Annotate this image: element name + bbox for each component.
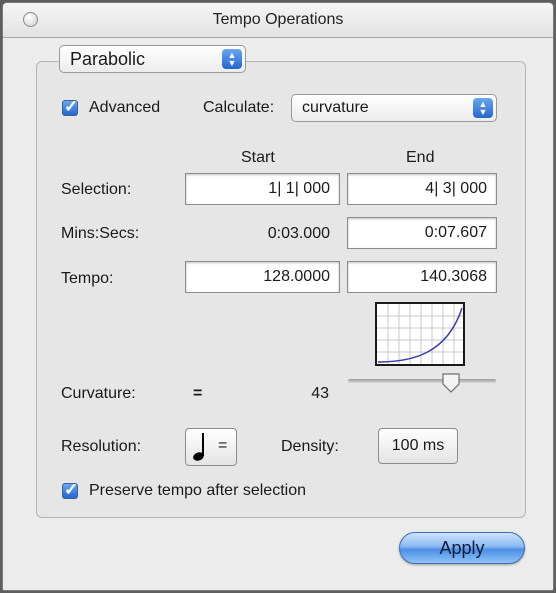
mins-secs-label: Mins:Secs: [61,225,140,242]
tempo-operations-window: Tempo Operations Parabolic ▲ ▼ ✓ Advanced… [2,2,554,591]
mode-popup[interactable]: Parabolic ▲ ▼ [59,45,246,73]
resolution-label: Resolution: [61,438,142,455]
popup-arrows-icon: ▲ ▼ [222,49,242,69]
curvature-equals: = [193,385,203,402]
density-label: Density: [281,438,339,455]
selection-end-field[interactable]: 4| 3| 000 [347,173,497,205]
checkmark-icon: ✓ [64,97,79,116]
window-title: Tempo Operations [212,11,344,28]
tempo-start-field[interactable]: 128.0000 [185,261,340,293]
density-button[interactable]: 100 ms [378,428,458,464]
tempo-label: Tempo: [61,270,114,287]
calculate-label: Calculate: [203,99,275,116]
curvature-label: Curvature: [61,385,136,402]
popup-arrows-icon: ▲ ▼ [473,98,493,118]
quarter-note-icon [193,433,204,461]
curvature-value: 43 [311,385,329,402]
selection-start-field[interactable]: 1| 1| 000 [185,173,340,205]
mins-secs-start-value: 0:03.000 [267,225,330,242]
end-column-header: End [406,149,435,166]
advanced-label: Advanced [89,99,161,116]
curvature-slider-track[interactable] [348,379,496,383]
calculate-popup[interactable]: curvature ▲ ▼ [291,94,497,122]
curve-preview [375,302,465,366]
mode-popup-value: Parabolic [70,49,146,69]
title-bar[interactable]: Tempo Operations [3,3,553,38]
calculate-popup-value: curvature [302,99,369,116]
checkmark-icon: ✓ [64,480,79,499]
start-column-header: Start [241,149,275,166]
curve-preview-graph [377,304,463,364]
tempo-end-field[interactable]: 140.3068 [347,261,497,293]
preserve-tempo-label: Preserve tempo after selection [89,482,306,499]
selection-label: Selection: [61,181,132,198]
curvature-slider-thumb[interactable] [441,373,461,393]
advanced-checkbox[interactable]: ✓ [62,97,79,116]
mins-secs-end-field[interactable]: 0:07.607 [347,217,497,249]
preserve-tempo-checkbox[interactable]: ✓ [62,480,79,499]
resolution-button[interactable]: = [185,428,237,466]
apply-button[interactable]: Apply [399,532,525,564]
resolution-equals: = [218,437,228,454]
